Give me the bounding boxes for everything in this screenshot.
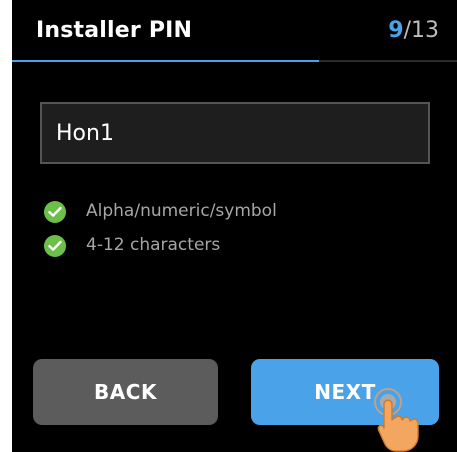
requirement-label: Alpha/numeric/symbol (86, 201, 277, 221)
check-circle-icon (44, 201, 66, 223)
tap-hand-icon (374, 388, 419, 452)
page-title: Installer PIN (36, 18, 193, 43)
back-button[interactable]: BACK (33, 359, 218, 425)
check-circle-icon (44, 235, 66, 257)
header: Installer PIN 9/13 (12, 0, 457, 62)
pin-input-value: Hon1 (56, 121, 114, 146)
step-total: /13 (403, 18, 439, 43)
pin-input[interactable]: Hon1 (40, 102, 430, 164)
progress-bar (12, 60, 457, 62)
step-current: 9 (388, 18, 404, 43)
progress-bar-fill (12, 60, 320, 62)
step-counter: 9/13 (388, 18, 439, 43)
requirement-label: 4-12 characters (86, 235, 221, 255)
